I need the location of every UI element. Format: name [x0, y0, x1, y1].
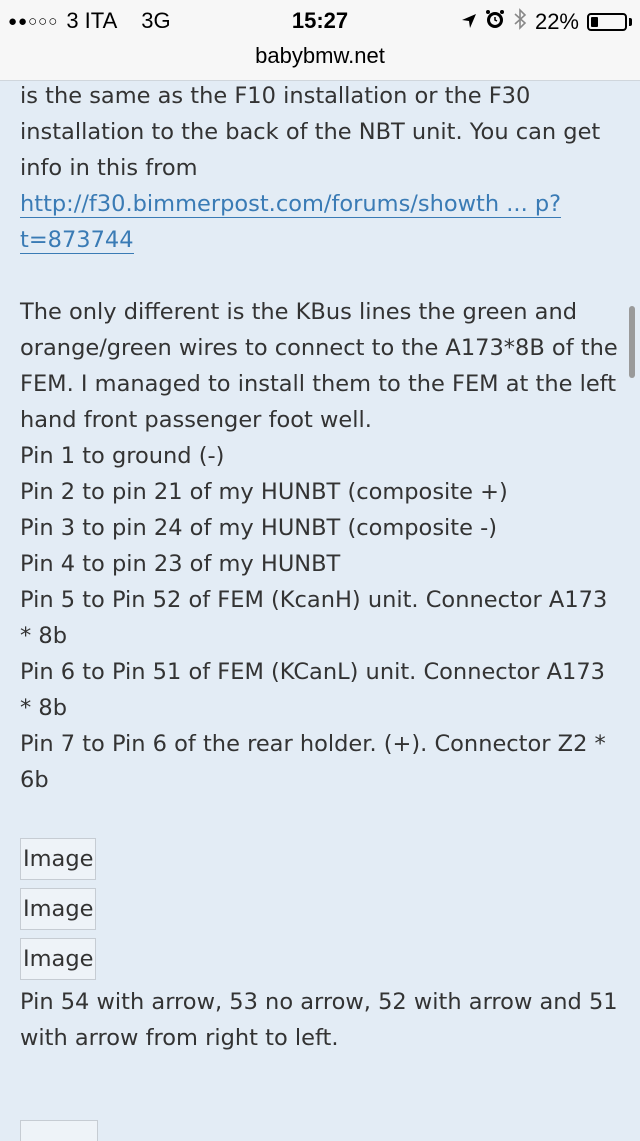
image-button-partial[interactable]: [20, 1120, 98, 1141]
pin-list: Pin 1 to ground (-) Pin 2 to pin 21 of my…: [20, 438, 620, 798]
image-list: Image Image Image: [20, 834, 620, 984]
pin-line: Pin 7 to Pin 6 of the rear holder. (+). …: [20, 731, 606, 793]
post-paragraph-1: is the same as the F10 installation or t…: [20, 78, 620, 258]
image-link-button[interactable]: Image: [20, 888, 97, 930]
post-paragraph-2: The only different is the KBus lines the…: [20, 299, 618, 433]
url-text[interactable]: babybmw.net: [255, 43, 385, 68]
pin-line: Pin 4 to pin 23 of my HUNBT: [20, 551, 341, 577]
url-bar[interactable]: babybmw.net: [0, 40, 640, 81]
pin-line: Pin 3 to pin 24 of my HUNBT (composite -…: [20, 515, 498, 541]
pin-line: Pin 5 to Pin 52 of FEM (KcanH) unit. Con…: [20, 587, 608, 649]
battery-percent: 22%: [534, 9, 579, 34]
pin-line: Pin 1 to ground (-): [20, 443, 225, 469]
image-link-button[interactable]: Image: [20, 838, 97, 880]
forum-post: is the same as the F10 installation or t…: [20, 78, 620, 1056]
image-link-button[interactable]: Image: [20, 938, 97, 980]
post-paragraph-3: Pin 54 with arrow, 53 no arrow, 52 with …: [20, 989, 618, 1051]
location-arrow-icon: [461, 9, 477, 35]
pin-line: Pin 6 to Pin 51 of FEM (KCanL) unit. Con…: [20, 659, 605, 721]
pin-line: Pin 2 to pin 21 of my HUNBT (composite +…: [20, 479, 508, 505]
battery-tip: [629, 18, 632, 26]
alarm-icon: [485, 9, 505, 35]
bluetooth-icon: [513, 8, 527, 36]
status-right: 22%: [461, 8, 632, 36]
battery-icon: [587, 13, 627, 31]
bimmerpost-link[interactable]: http://f30.bimmerpost.com/forums/showth …: [20, 191, 562, 254]
battery-fill: [591, 17, 598, 27]
post-paragraph-1-text: is the same as the F10 installation or t…: [20, 83, 601, 181]
status-bar: ●●○○○ 3 ITA 3G 15:27 22%: [0, 0, 640, 40]
scrollbar[interactable]: [629, 306, 635, 378]
